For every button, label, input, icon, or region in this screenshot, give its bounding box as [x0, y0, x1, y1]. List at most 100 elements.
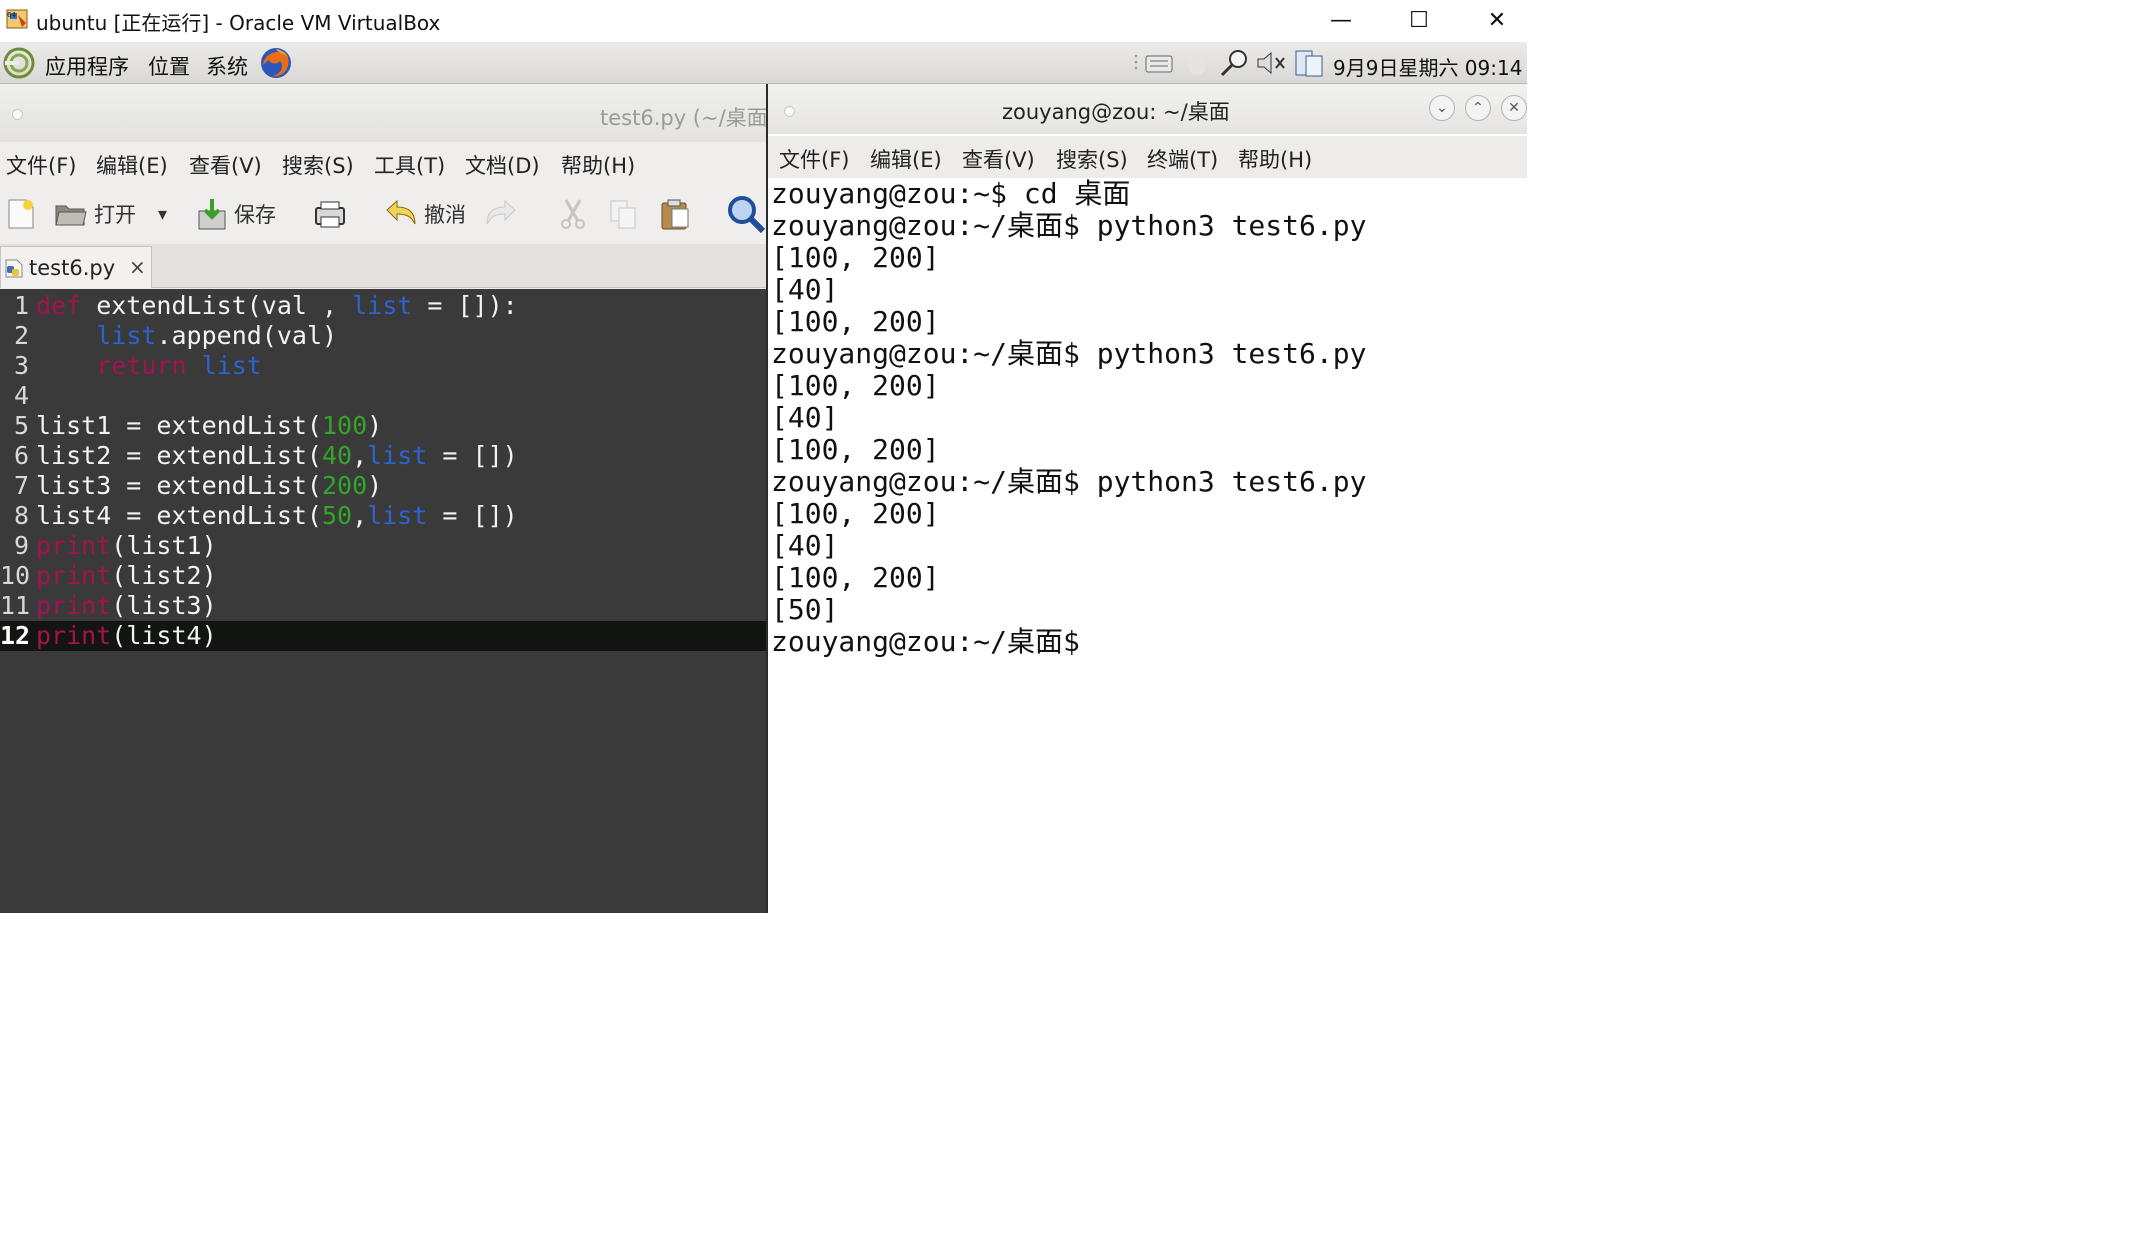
terminal-menu-edit[interactable]: 编辑(E) — [870, 144, 942, 174]
new-document-icon — [8, 199, 34, 229]
code-token: 50 — [321, 501, 353, 530]
code-token: list — [352, 291, 413, 320]
code-token: (list3) — [111, 591, 217, 620]
editor-menu-documents[interactable]: 文档(D) — [465, 150, 540, 180]
code-line[interactable]: 11 print(list3) — [0, 591, 766, 621]
line-number: 1 — [13, 291, 29, 320]
code-token: , — [352, 441, 368, 470]
terminal-window-title: zouyang@zou: ~/桌面 — [1002, 100, 1230, 124]
terminal-line: [100, 200] — [771, 305, 940, 338]
line-number: 3 — [13, 351, 29, 380]
code-line[interactable]: 6 list2 = extendList(40,list = []) — [0, 441, 766, 471]
line-number: 8 — [13, 501, 29, 530]
host-title-bar: 64 ubuntu [正在运行] - Oracle VM VirtualBox … — [0, 0, 1568, 40]
code-line[interactable]: 4 — [0, 381, 766, 411]
terminal-line: [100, 200] — [771, 369, 940, 402]
panel-menu-applications[interactable]: 应用程序 — [45, 51, 129, 81]
editor-menu-search[interactable]: 搜索(S) — [282, 150, 354, 180]
keyboard-icon[interactable] — [1128, 48, 1178, 78]
code-token: print — [36, 561, 112, 590]
code-line[interactable]: 12 print(list4) — [0, 621, 766, 651]
code-token: print — [36, 531, 112, 560]
panel-clock[interactable]: 9月9日星期六 09:14 — [1333, 52, 1522, 81]
virtualbox-icon: 64 — [6, 9, 28, 29]
host-window-title: ubuntu [正在运行] - Oracle VM VirtualBox — [36, 11, 441, 35]
host-close-button[interactable]: ✕ — [1458, 0, 1536, 40]
undo-button[interactable]: 撤消 — [384, 194, 466, 234]
open-button[interactable]: 打开 — [54, 194, 136, 234]
terminal-maximize-button[interactable]: ⌃ — [1465, 95, 1491, 121]
redo-button[interactable] — [484, 194, 518, 234]
code-line[interactable]: 9 print(list1) — [0, 531, 766, 561]
save-button-label: 保存 — [234, 203, 276, 227]
code-token: 100 — [321, 411, 368, 440]
terminal-menu-search[interactable]: 搜索(S) — [1056, 144, 1128, 174]
terminal-output[interactable]: zouyang@zou:~$ cd 桌面 zouyang@zou:~/桌面$ py… — [768, 178, 1527, 913]
code-token: list — [201, 351, 262, 380]
firefox-icon[interactable] — [258, 45, 294, 81]
print-button[interactable] — [312, 194, 348, 234]
open-recent-dropdown[interactable]: ▾ — [158, 194, 167, 234]
editor-window-menu-dot[interactable] — [12, 109, 23, 120]
terminal-line: [100, 200] — [771, 497, 940, 530]
terminal-menu-help[interactable]: 帮助(H) — [1238, 144, 1312, 174]
code-text: list3 = extendList(200) — [36, 471, 382, 501]
code-token: (list2) — [111, 561, 217, 590]
terminal-line: [50] — [771, 593, 839, 626]
code-token: 40 — [321, 441, 353, 470]
cut-button[interactable] — [556, 194, 590, 234]
volume-icon[interactable] — [1254, 48, 1290, 78]
host-minimize-button[interactable]: — — [1302, 0, 1380, 40]
editor-menu-edit[interactable]: 编辑(E) — [96, 150, 168, 180]
terminal-line: zouyang@zou:~$ cd 桌面 — [771, 177, 1131, 210]
terminal-menu-view[interactable]: 查看(V) — [962, 144, 1035, 174]
copy-icon — [610, 200, 636, 229]
panel-menu-system[interactable]: 系统 — [206, 51, 248, 81]
code-line[interactable]: 2 list.append(val) — [0, 321, 766, 351]
terminal-menu-terminal[interactable]: 终端(T) — [1147, 144, 1218, 174]
save-button[interactable]: 保存 — [196, 194, 276, 234]
code-editor[interactable]: 1 def extendList(val , list = []): 2 list.… — [0, 289, 766, 913]
line-number: 6 — [13, 441, 29, 470]
code-line[interactable]: 7 list3 = extendList(200) — [0, 471, 766, 501]
code-token: print — [36, 621, 112, 650]
editor-menu-file[interactable]: 文件(F) — [6, 150, 76, 180]
desktop-logo-icon[interactable] — [2, 46, 36, 80]
code-line[interactable]: 5 list1 = extendList(100) — [0, 411, 766, 441]
tab-test6-py[interactable]: test6.py × — [0, 246, 152, 288]
network-icon[interactable] — [1182, 48, 1212, 78]
search-applet-icon[interactable] — [1218, 48, 1252, 78]
line-number: 12 — [0, 621, 31, 650]
line-number: 10 — [0, 561, 31, 590]
code-line[interactable]: 1 def extendList(val , list = []): — [0, 291, 766, 321]
host-maximize-button[interactable]: ☐ — [1380, 0, 1458, 40]
terminal-line: zouyang@zou:~/桌面$ python3 test6.py — [771, 337, 1367, 370]
editor-menu-tools[interactable]: 工具(T) — [374, 150, 445, 180]
battery-clipboard-icon[interactable] — [1292, 48, 1328, 78]
terminal-window-menu-dot[interactable] — [784, 106, 795, 117]
printer-icon — [315, 201, 345, 228]
editor-menu-view[interactable]: 查看(V) — [189, 150, 262, 180]
code-token: list — [367, 441, 428, 470]
code-line[interactable]: 10 print(list2) — [0, 561, 766, 591]
code-token: = []): — [412, 291, 518, 320]
code-token: list1 = extendList( — [36, 411, 322, 440]
copy-button[interactable] — [606, 194, 640, 234]
panel-menu-places[interactable]: 位置 — [148, 51, 190, 81]
paste-icon — [661, 199, 689, 230]
code-token: .append(val) — [156, 321, 338, 350]
terminal-menu-file[interactable]: 文件(F) — [779, 144, 849, 174]
terminal-close-button[interactable]: ✕ — [1501, 95, 1527, 121]
code-line[interactable]: 8 list4 = extendList(50,list = []) — [0, 501, 766, 531]
search-icon — [728, 196, 766, 234]
tab-close-icon[interactable]: × — [129, 255, 146, 279]
find-button[interactable] — [726, 194, 766, 234]
new-document-button[interactable] — [4, 194, 38, 234]
code-line[interactable]: 3 return list — [0, 351, 766, 381]
code-token: = []) — [427, 501, 518, 530]
code-token: , — [352, 501, 368, 530]
editor-menu-help[interactable]: 帮助(H) — [561, 150, 635, 180]
paste-button[interactable] — [658, 194, 692, 234]
terminal-minimize-button[interactable]: ⌄ — [1429, 95, 1455, 121]
